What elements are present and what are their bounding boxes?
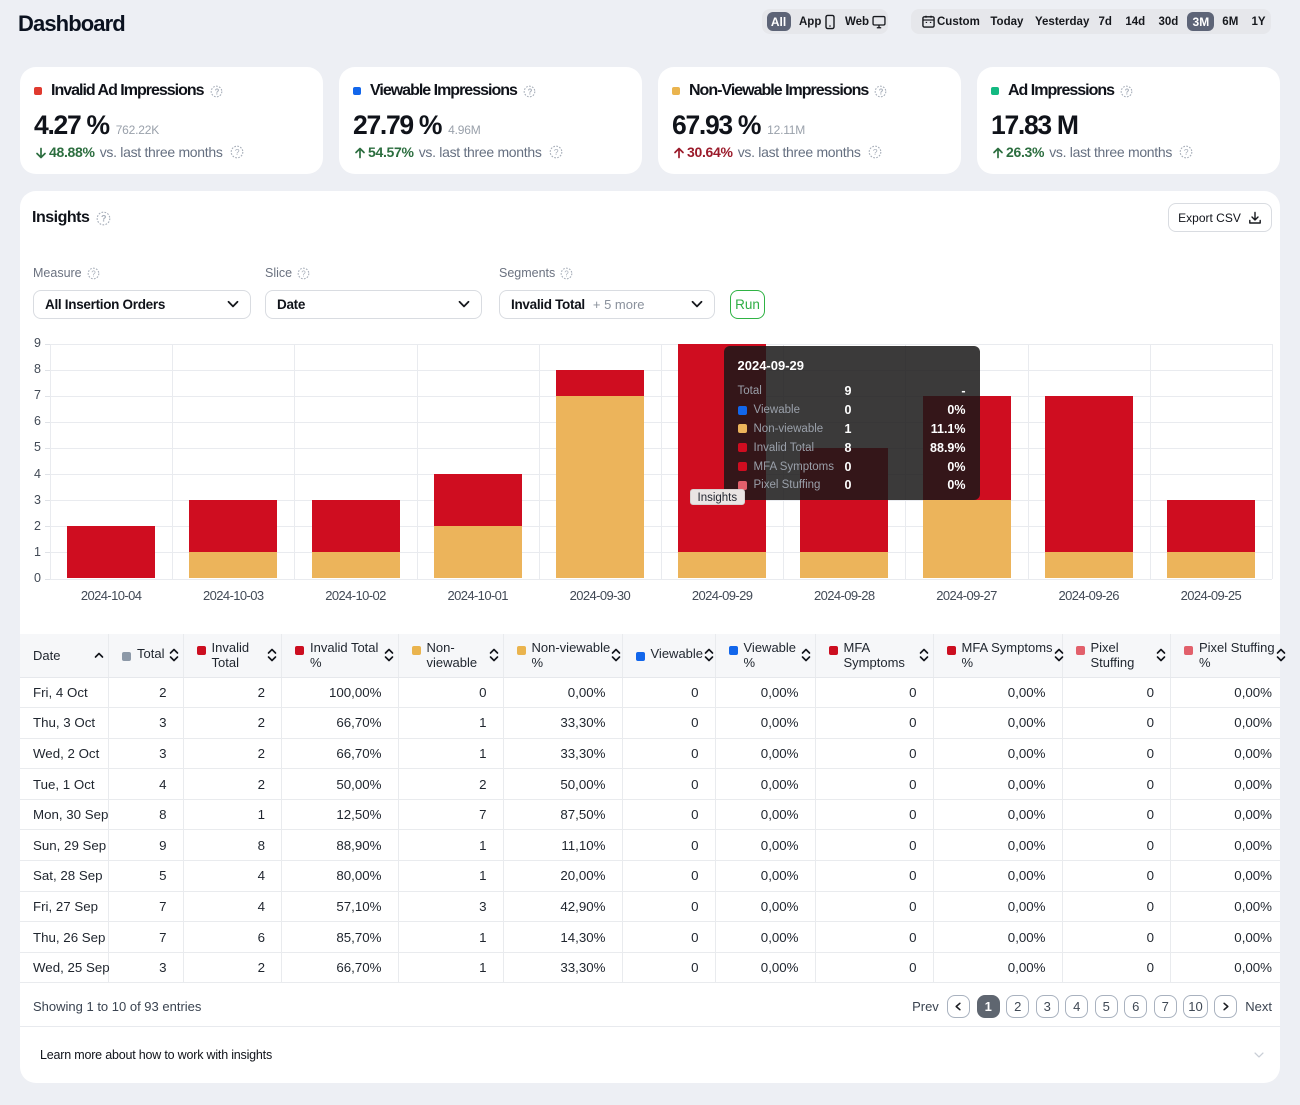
svg-text:?: ? xyxy=(528,87,533,96)
svg-text:?: ? xyxy=(1125,87,1130,96)
svg-text:?: ? xyxy=(1184,147,1189,157)
svg-text:?: ? xyxy=(872,147,877,157)
svg-text:?: ? xyxy=(234,147,239,157)
svg-text:?: ? xyxy=(214,87,219,96)
svg-text:?: ? xyxy=(879,87,884,96)
svg-text:?: ? xyxy=(553,147,558,157)
